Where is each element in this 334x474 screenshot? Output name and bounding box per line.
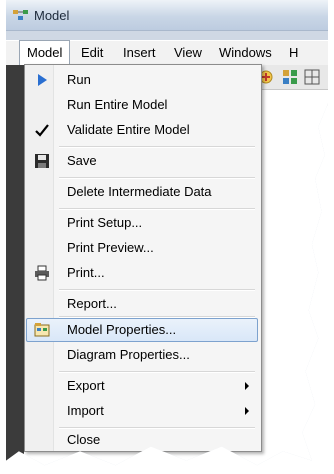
menu-separator bbox=[59, 208, 255, 210]
menu-windows[interactable]: Windows bbox=[212, 41, 279, 65]
menu-bar: Model Edit Insert View Windows H bbox=[6, 40, 328, 67]
menu-item-run[interactable]: Run bbox=[27, 69, 257, 91]
printer-icon bbox=[35, 265, 49, 281]
menu-item-label: Export bbox=[67, 378, 105, 393]
menu-item-label: Print... bbox=[67, 265, 105, 280]
submenu-arrow-icon bbox=[245, 407, 249, 415]
menu-item-save[interactable]: Save bbox=[27, 150, 257, 172]
menu-item-print-preview[interactable]: Print Preview... bbox=[27, 237, 257, 259]
menu-item-import[interactable]: Import bbox=[27, 400, 257, 422]
side-panel bbox=[6, 65, 24, 466]
menu-insert[interactable]: Insert bbox=[116, 41, 163, 65]
menu-item-label: Save bbox=[67, 153, 97, 168]
grid-icon[interactable] bbox=[304, 69, 320, 85]
menu-item-diagram-properties[interactable]: Diagram Properties... bbox=[27, 344, 257, 366]
window-title: Model bbox=[34, 8, 70, 23]
menu-item-close[interactable]: Close bbox=[27, 429, 257, 451]
run-arrow-icon bbox=[38, 74, 47, 86]
menu-item-export[interactable]: Export bbox=[27, 375, 257, 397]
menu-item-label: Close bbox=[67, 432, 101, 447]
menu-item-label: Validate Entire Model bbox=[67, 122, 190, 137]
floppy-disk-icon bbox=[35, 154, 49, 168]
menu-item-label: Run bbox=[67, 72, 91, 87]
menu-item-label: Delete Intermediate Data bbox=[67, 184, 212, 199]
menu-item-label: Report... bbox=[67, 296, 117, 311]
menu-item-print[interactable]: Print... bbox=[27, 262, 257, 284]
model-properties-icon bbox=[34, 323, 50, 337]
menu-item-delete-intermediate-data[interactable]: Delete Intermediate Data bbox=[27, 181, 257, 203]
menu-item-model-properties[interactable]: Model Properties... bbox=[26, 318, 258, 342]
menu-separator bbox=[59, 289, 255, 291]
app-window: Model Model Edit Insert View Windows H R… bbox=[6, 0, 328, 466]
menu-item-label: Run Entire Model bbox=[67, 97, 168, 112]
model-menu-dropdown: Run Run Entire Model Validate Entire Mod… bbox=[24, 64, 262, 452]
menu-view[interactable]: View bbox=[167, 41, 209, 65]
menu-separator bbox=[59, 177, 255, 179]
menu-separator bbox=[59, 371, 255, 373]
model-app-icon bbox=[13, 10, 28, 20]
menu-help[interactable]: H bbox=[282, 41, 305, 65]
menu-item-print-setup[interactable]: Print Setup... bbox=[27, 212, 257, 234]
menu-item-label: Model Properties... bbox=[67, 322, 177, 337]
menu-separator bbox=[59, 146, 255, 148]
menu-item-validate-entire-model[interactable]: Validate Entire Model bbox=[27, 119, 257, 141]
menu-item-label: Diagram Properties... bbox=[67, 347, 190, 362]
submenu-arrow-icon bbox=[245, 382, 249, 390]
auto-layout-icon[interactable] bbox=[282, 69, 298, 85]
menu-model[interactable]: Model bbox=[19, 40, 71, 67]
menu-item-run-entire-model[interactable]: Run Entire Model bbox=[27, 94, 257, 116]
checkmark-icon bbox=[35, 124, 49, 137]
menu-item-label: Print Preview... bbox=[67, 240, 154, 255]
menu-item-label: Import bbox=[67, 403, 104, 418]
menu-edit[interactable]: Edit bbox=[74, 41, 110, 65]
menu-item-label: Print Setup... bbox=[67, 215, 143, 230]
title-bar: Model bbox=[6, 0, 328, 31]
menu-item-report[interactable]: Report... bbox=[27, 293, 257, 315]
